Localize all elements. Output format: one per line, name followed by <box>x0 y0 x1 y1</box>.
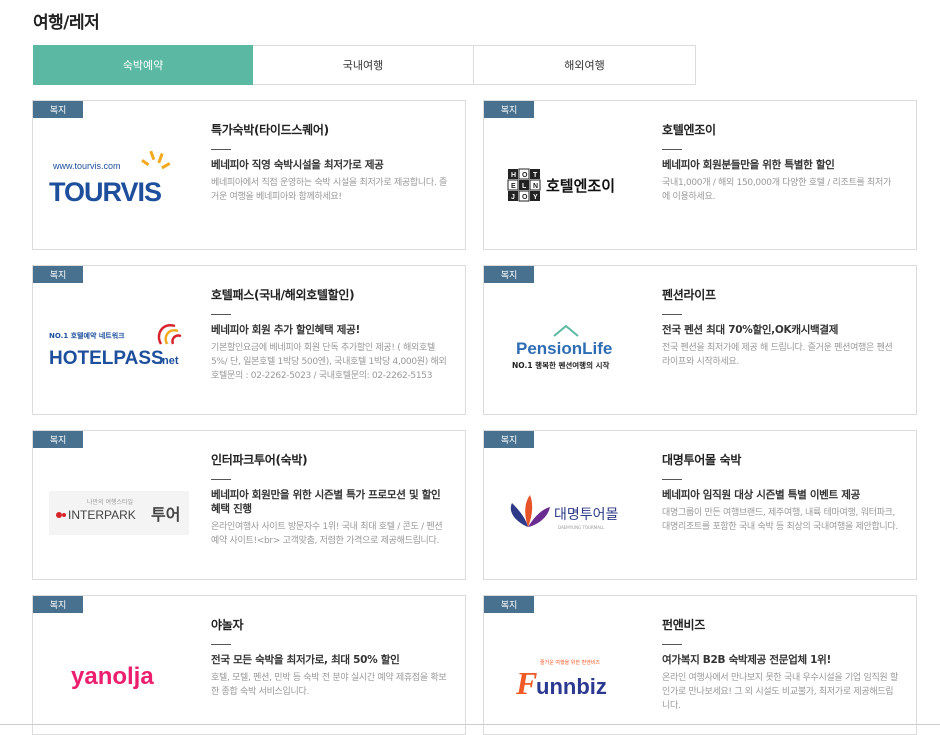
service-card-tourvis[interactable]: 복지 www.tourvis.com TOURVIS 특가숙박(타이드스퀘어) … <box>32 100 466 250</box>
lotus-icon <box>510 495 550 527</box>
interpark-name: INTERPARK <box>68 508 136 522</box>
interpark-suffix: 투어 <box>151 505 180 524</box>
grid-letter-5: N <box>533 183 538 190</box>
welfare-badge: 복지 <box>484 266 534 283</box>
hotelnjoy-name: 호텔엔조이 <box>546 177 615 195</box>
sun-burst-icon <box>141 150 171 170</box>
welfare-badge: 복지 <box>33 431 83 448</box>
service-card-hotelnjoy[interactable]: 복지 H O T E L N J O Y 호텔엔조이 호텔엔조이 베네피아 회원… <box>483 100 917 250</box>
service-card-pensionlife[interactable]: 복지 PensionLife NO.1 행복한 펜션여행의 시작 펜션라이프 전… <box>483 265 917 415</box>
divider <box>662 644 682 645</box>
card-subtitle: 베네피아 회원분들만을 위한 특별한 할인 <box>662 159 835 171</box>
tourvis-name: TOURVIS <box>49 177 161 207</box>
hotelpass-logo[interactable]: NO.1 호텔예약 네트워크 HOTELPASS .net <box>43 306 193 386</box>
divider <box>211 314 231 315</box>
card-description: 호텔, 모텔, 펜션, 민박 등 숙박 전 분야 실시간 예약 제휴점을 확보한… <box>211 673 447 697</box>
interpark-logo[interactable]: 나만의 여행스타일 INTERPARK 투어 <box>43 471 193 551</box>
welfare-badge: 복지 <box>484 101 534 118</box>
tab-accommodation[interactable]: 숙박예약 <box>33 45 253 85</box>
card-subtitle: 베네피아 회원 추가 할인혜택 제공! <box>211 324 360 336</box>
funnbiz-name: unnbiz <box>536 674 607 699</box>
page-title: 여행/레저 <box>33 13 100 33</box>
card-description: 기본할인요금에 베네피아 회원 단독 추가할인 제공! ( 해외호텔 5%/ 단… <box>211 343 447 381</box>
yanolja-logo[interactable]: yanolja <box>43 636 193 716</box>
grid-letter-7: O <box>522 194 528 201</box>
divider <box>211 479 231 480</box>
service-card-interpark[interactable]: 복지 나만의 여행스타일 INTERPARK 투어 인터파크투어(숙박) 베네피… <box>32 430 466 580</box>
divider <box>211 644 231 645</box>
card-description: 대명그룹이 만든 여행브랜드, 제주여행, 내륙 테마여행, 워터파크, 대명리… <box>662 508 898 532</box>
divider <box>211 149 231 150</box>
yanolja-name: yanolja <box>71 663 154 690</box>
card-title: 펀앤비즈 <box>662 618 705 632</box>
hotelnjoy-logo[interactable]: H O T E L N J O Y 호텔엔조이 <box>494 141 644 221</box>
tab-overseas-travel[interactable]: 해외여행 <box>474 45 696 85</box>
grid-letter-6: J <box>511 194 515 201</box>
service-card-yanolja[interactable]: 복지 yanolja 야놀자 전국 모든 숙박을 최저가로, 최대 50% 할인… <box>32 595 466 735</box>
service-card-funnbiz[interactable]: 복지 즐거운 여행을 위한 펀앤비즈 F unnbiz 펀앤비즈 여가복지 B2… <box>483 595 917 735</box>
card-description: 베네피아에서 직접 운영하는 숙박 시설을 최저가로 제공합니다. 즐거운 여행… <box>211 178 447 202</box>
card-subtitle: 전국 펜션 최대 70%할인,OK캐시백결제 <box>662 324 839 336</box>
card-title: 인터파크투어(숙박) <box>211 453 308 467</box>
card-title: 야놀자 <box>211 618 244 632</box>
welfare-badge: 복지 <box>33 266 83 283</box>
welfare-badge: 복지 <box>484 596 534 613</box>
hotelpass-tagline: NO.1 호텔예약 네트워크 <box>49 331 125 340</box>
daemyung-name: 대명투어몰 <box>554 507 619 523</box>
pensionlife-logo[interactable]: PensionLife NO.1 행복한 펜션여행의 시작 <box>494 306 644 386</box>
card-subtitle: 전국 모든 숙박을 최저가로, 최대 50% 할인 <box>211 654 400 666</box>
welfare-badge: 복지 <box>33 101 83 118</box>
tab-domestic-travel[interactable]: 국내여행 <box>253 45 474 85</box>
daemyung-logo[interactable]: 대명투어몰 DAEMYUNG TOURMALL <box>494 471 644 551</box>
card-subtitle: 베네피아 직영 숙박시설을 최저가로 제공 <box>211 159 384 171</box>
card-subtitle: 베네피아 임직원 대상 시즌별 특별 이벤트 제공 <box>662 489 860 501</box>
divider <box>662 479 682 480</box>
hotelnjoy-grid-icon: H O T E L N J O Y <box>507 168 541 202</box>
grid-letter-4: L <box>522 183 527 190</box>
funnbiz-initial: F <box>515 665 537 701</box>
hotelpass-name: HOTELPASS <box>49 348 164 369</box>
pensionlife-name: PensionLife <box>516 339 612 358</box>
card-description: 전국 펜션을 최저가에 제공 해 드립니다. 즐거운 펜션여행은 펜션라이프와 … <box>662 343 893 367</box>
house-roof-icon <box>553 324 579 337</box>
grid-letter-0: H <box>511 172 516 179</box>
card-description: 온라인여행사 사이트 방문자수 1위! 국내 최대 호텔 / 콘도 / 펜션 예… <box>211 522 443 546</box>
card-title: 펜션라이프 <box>662 288 716 302</box>
card-subtitle: 여가복지 B2B 숙박제공 전문업체 1위! <box>662 654 832 666</box>
grid-letter-8: Y <box>533 194 538 201</box>
grid-letter-1: O <box>522 172 528 179</box>
pensionlife-tagline: NO.1 행복한 펜션여행의 시작 <box>512 360 609 370</box>
welfare-badge: 복지 <box>33 596 83 613</box>
welfare-badge: 복지 <box>484 431 534 448</box>
funnbiz-tagline: 즐거운 여행을 위한 펀앤비즈 <box>540 659 600 666</box>
service-card-hotelpass[interactable]: 복지 NO.1 호텔예약 네트워크 HOTELPASS .net 호텔패스(국내… <box>32 265 466 415</box>
tourvis-logo[interactable]: www.tourvis.com TOURVIS <box>43 141 193 221</box>
service-card-daemyung[interactable]: 복지 대명투어몰 DAEMYUNG TOURMALL 대명투어몰 숙박 베네피아… <box>483 430 917 580</box>
grid-letter-3: E <box>511 183 516 190</box>
card-description: 온라인 여행사에서 만나보지 못한 국내 우수시설을 기업 임직원 할인가로 만… <box>662 673 898 711</box>
interpark-tagline: 나만의 여행스타일 <box>87 498 133 506</box>
funnbiz-logo[interactable]: 즐거운 여행을 위한 펀앤비즈 F unnbiz <box>494 636 644 716</box>
card-title: 호텔엔조이 <box>662 123 716 137</box>
category-tabs: 숙박예약 국내여행 해외여행 <box>33 45 696 85</box>
divider <box>662 149 682 150</box>
card-title: 대명투어몰 숙박 <box>662 453 742 467</box>
card-title: 호텔패스(국내/해외호텔할인) <box>211 288 355 302</box>
grid-letter-2: T <box>533 172 538 179</box>
card-title: 특가숙박(타이드스퀘어) <box>211 123 329 137</box>
swirl-icon <box>157 323 182 345</box>
daemyung-tagline: DAEMYUNG TOURMALL <box>558 525 605 530</box>
card-description: 국내1,000개 / 해외 150,000개 다양한 호텔 / 리조트를 최저가… <box>662 178 891 202</box>
tourvis-url: www.tourvis.com <box>52 161 121 171</box>
card-subtitle: 베네피아 회원만을 위한 시즌별 특가 프로모션 및 할인 혜택 진행 <box>211 489 441 515</box>
hotelpass-suffix: .net <box>159 355 179 367</box>
divider <box>662 314 682 315</box>
